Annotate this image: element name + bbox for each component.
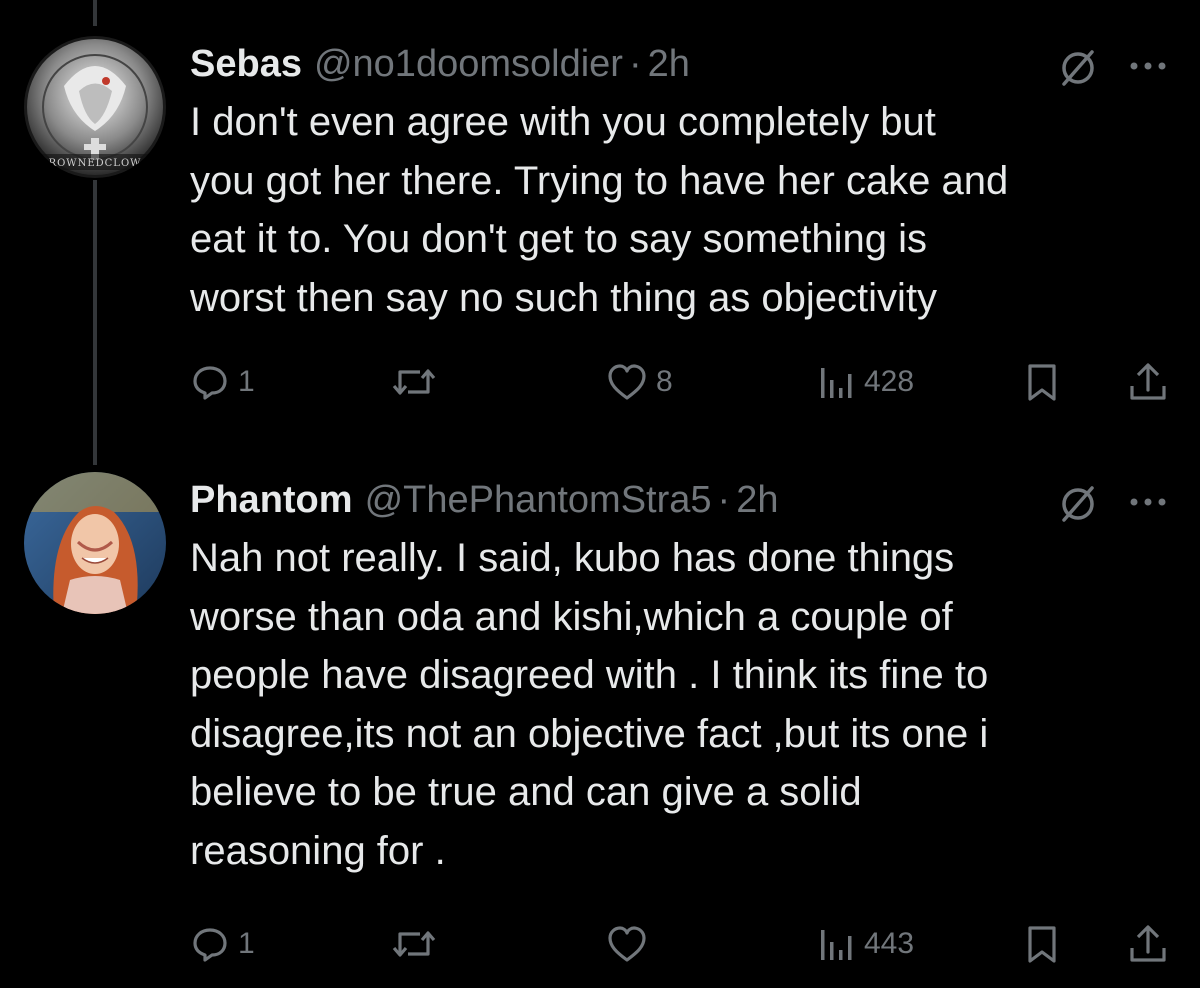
speech-bubble-icon bbox=[193, 928, 227, 962]
grok-slash-icon[interactable] bbox=[1056, 482, 1100, 526]
tweet-actions: 1 443 bbox=[0, 920, 1200, 966]
speech-bubble-icon bbox=[193, 366, 227, 400]
repost-button[interactable] bbox=[392, 362, 444, 402]
like-button[interactable]: 8 bbox=[606, 362, 673, 402]
user-handle[interactable]: @no1doomsoldier bbox=[314, 43, 623, 86]
bookmark-icon bbox=[1028, 926, 1056, 963]
display-name[interactable]: Phantom bbox=[190, 479, 353, 522]
share-button[interactable] bbox=[1126, 360, 1170, 404]
thread-line-top bbox=[93, 0, 97, 26]
avatar-sebas-image: ROWNEDCLOW bbox=[24, 36, 166, 178]
repost-arrows-icon bbox=[392, 369, 436, 395]
heart-icon bbox=[608, 364, 646, 400]
timestamp[interactable]: 2h bbox=[648, 43, 690, 86]
bookmark-button[interactable] bbox=[1022, 362, 1062, 402]
avatar-phantom[interactable] bbox=[24, 472, 166, 614]
views-button[interactable]: 428 bbox=[816, 362, 914, 402]
reply-count: 1 bbox=[238, 927, 255, 960]
tweet-sebas[interactable]: ROWNEDCLOW Sebas @no1doomsoldier · 2h I … bbox=[0, 36, 1200, 436]
like-count: 8 bbox=[656, 365, 673, 398]
tweet-actions: 1 8 428 bbox=[0, 358, 1200, 404]
separator-dot: · bbox=[717, 478, 731, 521]
tweet-text: I don't even agree with you completely b… bbox=[190, 100, 1009, 320]
grok-slash-icon[interactable] bbox=[1056, 46, 1100, 90]
bookmark-button[interactable] bbox=[1022, 924, 1062, 964]
bar-chart-icon bbox=[821, 368, 852, 398]
tweet-header: Sebas @no1doomsoldier · 2h bbox=[190, 36, 690, 92]
more-dots-icon[interactable] bbox=[1124, 480, 1174, 516]
separator-dot: · bbox=[628, 42, 642, 85]
share-button[interactable] bbox=[1126, 922, 1170, 966]
repost-button[interactable] bbox=[392, 924, 444, 964]
reply-count: 1 bbox=[238, 365, 255, 398]
timestamp[interactable]: 2h bbox=[736, 479, 778, 522]
tweet-header: Phantom @ThePhantomStra5 · 2h bbox=[190, 472, 778, 528]
reply-button[interactable]: 1 bbox=[190, 362, 255, 402]
share-upload-icon bbox=[1130, 925, 1166, 962]
heart-icon bbox=[608, 926, 646, 962]
view-count: 443 bbox=[864, 927, 915, 960]
more-dots-icon[interactable] bbox=[1124, 44, 1174, 80]
like-button[interactable] bbox=[606, 924, 656, 964]
repost-arrows-icon bbox=[392, 931, 436, 957]
bar-chart-icon bbox=[821, 930, 852, 960]
avatar-phantom-image bbox=[24, 472, 166, 614]
views-button[interactable]: 443 bbox=[816, 924, 914, 964]
tweet-phantom[interactable]: Phantom @ThePhantomStra5 · 2h Nah not re… bbox=[0, 472, 1200, 972]
reply-button[interactable]: 1 bbox=[190, 924, 255, 964]
view-count: 428 bbox=[864, 365, 915, 398]
display-name[interactable]: Sebas bbox=[190, 43, 302, 86]
tweet-text: Nah not really. I said, kubo has done th… bbox=[190, 536, 989, 873]
avatar-sebas-caption: ROWNEDCLOW bbox=[49, 158, 142, 169]
avatar-sebas[interactable]: ROWNEDCLOW bbox=[24, 36, 166, 178]
share-upload-icon bbox=[1130, 363, 1166, 400]
user-handle[interactable]: @ThePhantomStra5 bbox=[365, 479, 712, 522]
bookmark-icon bbox=[1028, 364, 1056, 401]
